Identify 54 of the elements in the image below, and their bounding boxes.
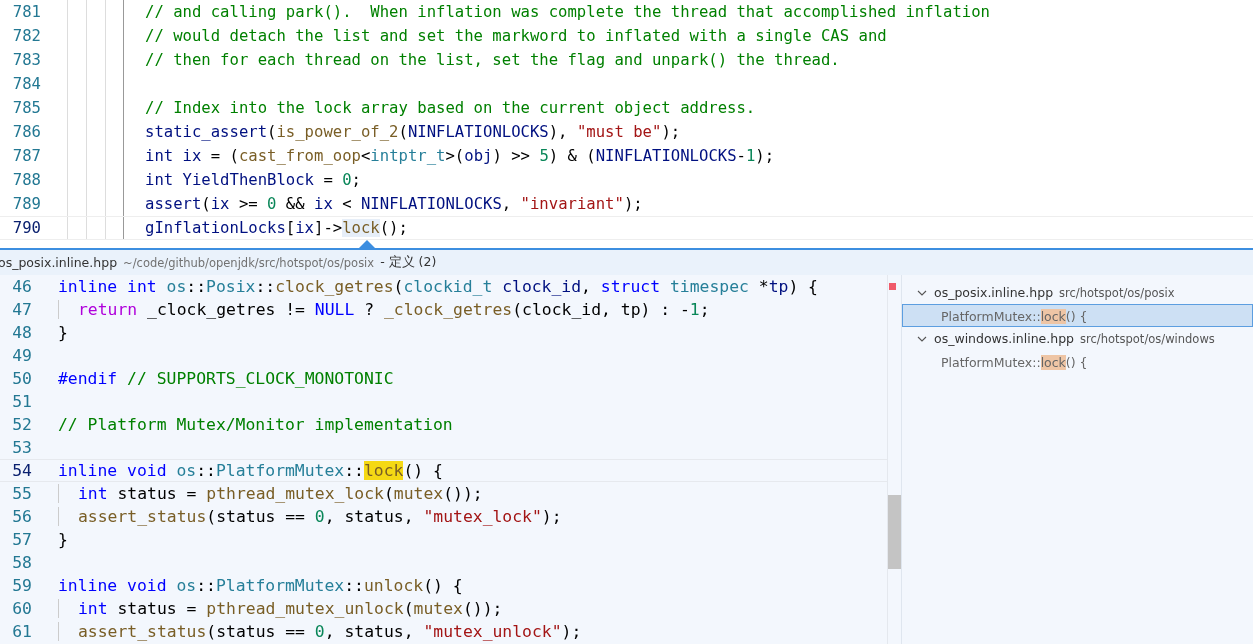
code-line: static_assert(is_power_of_2(NINFLATIONLOCKS), "must be"); xyxy=(145,123,681,141)
line-number: 60 xyxy=(11,599,32,618)
line-number: 56 xyxy=(11,507,32,526)
line-number: 54 xyxy=(11,461,32,480)
code-line: int YieldThenBlock = 0; xyxy=(145,171,361,189)
code-line: int status = pthread_mutex_lock(mutex()); xyxy=(58,484,483,503)
line-number: 49 xyxy=(11,346,32,365)
peek-file-path: ~/code/github/openjdk/src/hotspot/os/posix xyxy=(123,255,375,270)
code-line: } xyxy=(58,530,68,549)
line-number: 58 xyxy=(11,553,32,572)
line-number: 781 xyxy=(11,3,41,21)
line-number: 782 xyxy=(11,27,41,45)
code-line: assert_status(status == 0, status, "mutex_unlock"); xyxy=(58,622,582,641)
code-line: int status = pthread_mutex_unlock(mutex()); xyxy=(58,599,503,618)
code-line: #endif // SUPPORTS_CLOCK_MONOTONIC xyxy=(58,369,394,388)
reference-file-item[interactable]: os_windows.inline.hpp src/hotspot/os/windows xyxy=(902,327,1253,350)
code-line: // Index into the lock array based on the current object address. xyxy=(145,99,756,117)
code-line: int ix = (cast_from_oop<intptr_t>(obj) >> 5) & (NINFLATIONLOCKS-1); xyxy=(145,147,775,165)
peek-title: - 定义 (2) xyxy=(380,254,437,271)
code-line: inline int os::Posix::clock_getres(clockid_t clock_id, struct timespec *tp) { xyxy=(58,277,818,296)
code-line: assert(ix >= 0 && ix < NINFLATIONLOCKS, "invariant"); xyxy=(145,195,643,213)
line-number: 789 xyxy=(11,195,41,213)
reference-file-item[interactable]: os_posix.inline.hpp src/hotspot/os/posix xyxy=(902,281,1253,304)
line-number: 48 xyxy=(11,323,32,342)
code-line: // and calling park(). When inflation was complete the thread that accomplished inflation xyxy=(145,3,990,21)
code-line: assert_status(status == 0, status, "mutex_lock"); xyxy=(58,507,562,526)
code-line: // then for each thread on the list, set the flag and unpark() the thread. xyxy=(145,51,840,69)
line-number: 51 xyxy=(11,392,32,411)
line-number: 50 xyxy=(11,369,32,388)
line-number: 46 xyxy=(11,277,32,296)
line-number: 787 xyxy=(11,147,41,165)
line-number: 52 xyxy=(11,415,32,434)
overview-ruler-marker xyxy=(889,283,896,290)
line-number: 59 xyxy=(11,576,32,595)
reference-item[interactable]: PlatformMutex::lock() { xyxy=(902,304,1253,327)
line-number: 788 xyxy=(11,171,41,189)
line-number: 785 xyxy=(11,99,41,117)
line-number: 783 xyxy=(11,51,41,69)
line-number: 786 xyxy=(11,123,41,141)
line-number: 55 xyxy=(11,484,32,503)
code-line: return _clock_getres != NULL ? _clock_getres(clock_id, tp) : -1; xyxy=(58,300,710,319)
scrollbar-thumb[interactable] xyxy=(888,495,901,569)
line-number: 784 xyxy=(11,75,41,93)
code-line: } xyxy=(58,323,68,342)
code-line: inline void os::PlatformMutex::lock() { xyxy=(58,461,443,480)
code-line: // would detach the list and set the markword to inflated with a single CAS and xyxy=(145,27,887,45)
line-number: 47 xyxy=(11,300,32,319)
line-number: 61 xyxy=(11,622,32,641)
code-line: // Platform Mutex/Monitor implementation xyxy=(58,415,453,434)
line-number: 57 xyxy=(11,530,32,549)
code-line: inline void os::PlatformMutex::unlock() { xyxy=(58,576,463,595)
code-line: gInflationLocks[ix]->lock(); xyxy=(145,219,408,237)
line-number: 790 xyxy=(11,219,41,237)
line-number: 53 xyxy=(11,438,32,457)
